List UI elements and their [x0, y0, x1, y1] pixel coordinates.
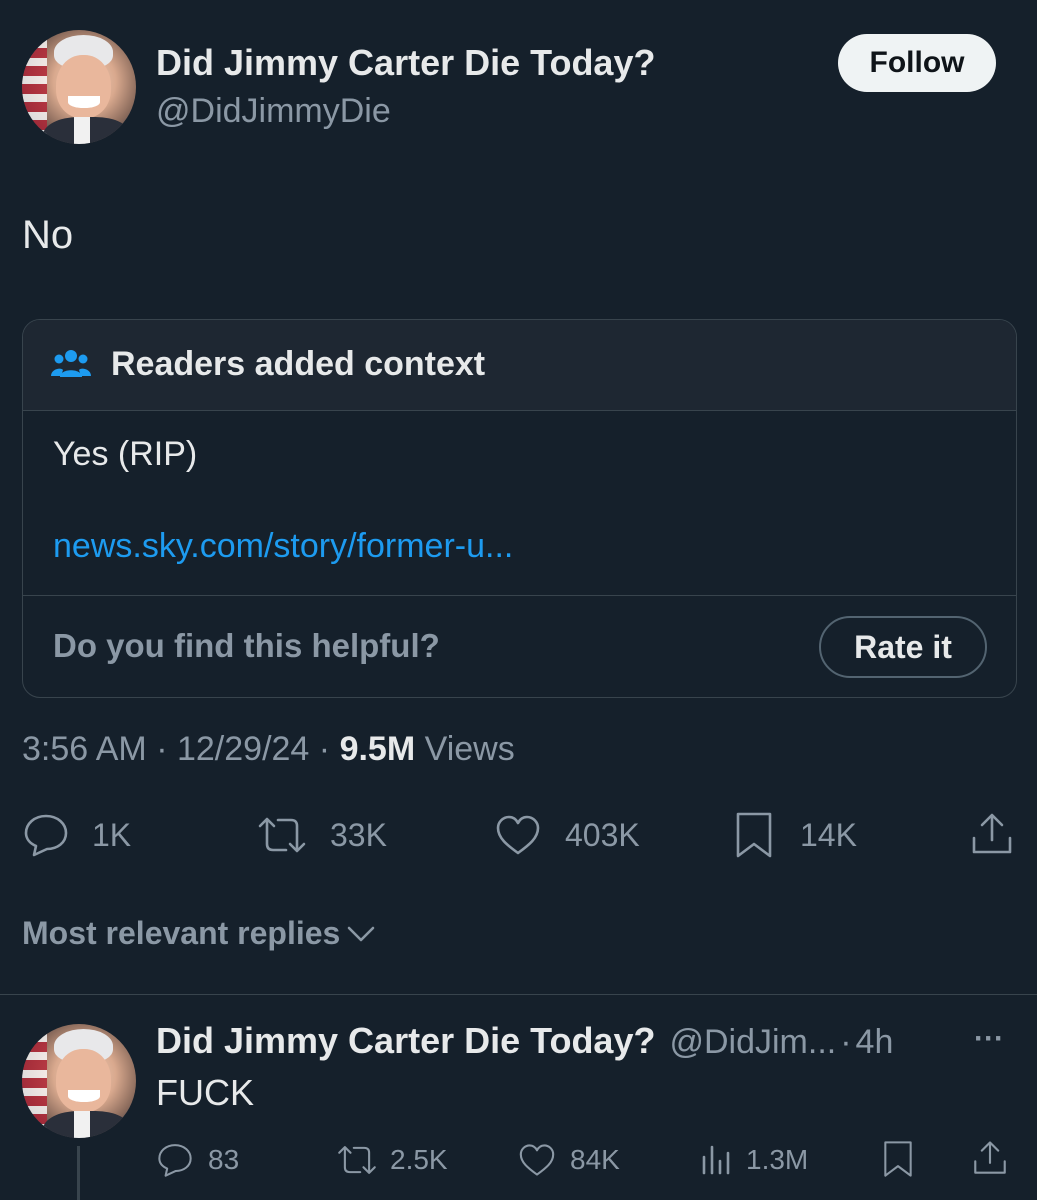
reply-author-avatar[interactable] [22, 1024, 136, 1138]
more-icon[interactable]: ··· [974, 1022, 1004, 1056]
reply-text: FUCK [156, 1072, 254, 1113]
author-handle[interactable]: @DidJimmyDie [156, 92, 391, 131]
retweet-count: 33K [330, 816, 387, 853]
thread-line [77, 1146, 80, 1200]
note-title: Readers added context [111, 345, 486, 383]
meta-sep: · [318, 730, 331, 768]
note-body: Yes (RIP) [53, 435, 198, 473]
reply-author-name[interactable]: Did Jimmy Carter Die Today? [156, 1020, 655, 1062]
tweet-meta: 3:56 AM · 12/29/24 · 9.5M Views [22, 730, 515, 769]
views-icon [702, 1145, 730, 1175]
bookmark-icon [736, 812, 772, 858]
helpful-question: Do you find this helpful? [53, 627, 440, 664]
reply-views-action[interactable]: 1.3M [700, 1140, 808, 1180]
reply-retweet-count: 2.5K [390, 1144, 448, 1175]
reply-count: 1K [92, 816, 132, 853]
reply-icon [24, 814, 68, 857]
author-avatar[interactable] [22, 30, 136, 144]
retweet-icon [258, 817, 306, 853]
share-icon[interactable] [970, 812, 1014, 856]
retweet-icon [338, 1146, 376, 1174]
like-icon [519, 1144, 555, 1176]
reply-like-action[interactable]: 84K [518, 1140, 620, 1180]
meta-sep: · [156, 730, 168, 768]
chevron-down-icon [348, 926, 375, 941]
tweet-time[interactable]: 3:56 AM [22, 730, 147, 768]
reply-like-count: 84K [570, 1144, 620, 1175]
reply-time[interactable]: 4h [856, 1023, 894, 1062]
retweet-action[interactable]: 33K [256, 810, 387, 860]
reply-views-count: 1.3M [746, 1144, 809, 1175]
replies-sort-dropdown[interactable]: Most relevant replies [22, 915, 376, 952]
note-divider [23, 595, 1016, 596]
share-icon[interactable] [972, 1140, 1008, 1176]
reply-author-handle[interactable]: @DidJim... [669, 1023, 836, 1062]
replies-sort-label: Most relevant replies [22, 915, 341, 951]
reply-reply-count: 83 [208, 1144, 240, 1175]
tweet-date[interactable]: 12/29/24 [177, 730, 309, 768]
author-name[interactable]: Did Jimmy Carter Die Today? [156, 42, 655, 84]
bookmark-action[interactable]: 14K [734, 810, 857, 860]
divider [0, 994, 1037, 995]
bookmark-icon[interactable] [882, 1140, 914, 1178]
reply-reply-action[interactable]: 83 [156, 1140, 239, 1180]
follow-button[interactable]: Follow [838, 34, 996, 92]
reply-icon [158, 1144, 192, 1177]
note-header: Readers added context [23, 320, 1016, 411]
like-action[interactable]: 403K [495, 810, 640, 860]
reply-header: Did Jimmy Carter Die Today? @DidJim... ·… [156, 1020, 893, 1062]
community-note: Readers added context Yes (RIP) news.sky… [22, 319, 1017, 698]
note-link[interactable]: news.sky.com/story/former-u... [53, 527, 513, 566]
tweet-text: No [22, 213, 74, 257]
views-label: Views [424, 730, 515, 768]
reply-sep: · [840, 1023, 852, 1061]
bookmark-count: 14K [800, 816, 857, 853]
reply-retweet-action[interactable]: 2.5K [336, 1140, 448, 1180]
reply-action[interactable]: 1K [22, 810, 131, 860]
like-count: 403K [565, 816, 640, 853]
rate-it-button[interactable]: Rate it [819, 616, 987, 678]
views-count: 9.5M [339, 730, 416, 768]
people-icon [51, 350, 91, 377]
like-icon [496, 815, 540, 855]
